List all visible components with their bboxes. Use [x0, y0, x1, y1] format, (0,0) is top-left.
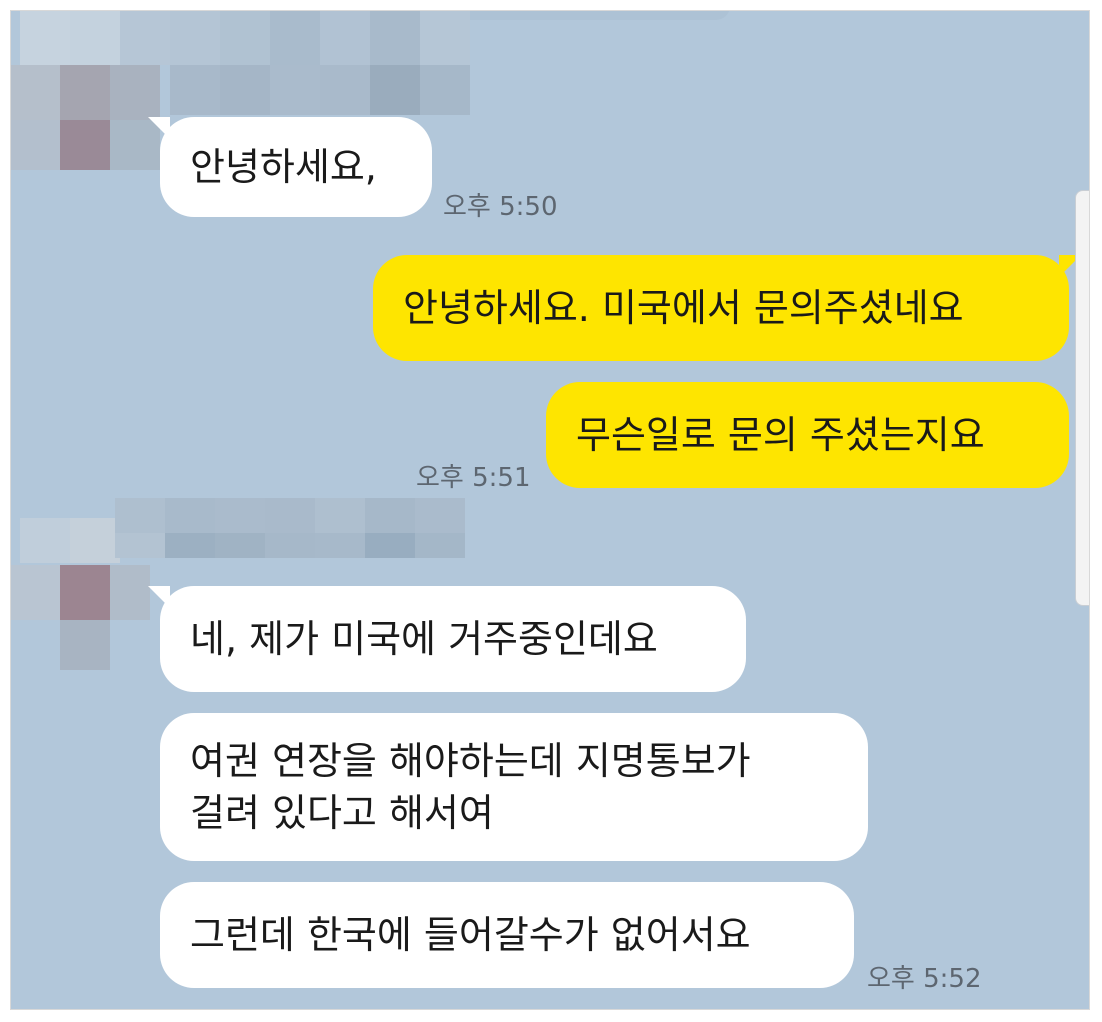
message-bubble-1[interactable]: 안녕하세요,	[148, 117, 432, 217]
timestamp-1: 오후 5:50	[443, 192, 558, 222]
timestamp-3: 오후 5:52	[867, 964, 982, 994]
message-text-1: 안녕하세요,	[190, 145, 377, 189]
message-bubble-4[interactable]: 네, 제가 미국에 거주중인데요	[148, 586, 746, 692]
message-text-5-line-1: 여권 연장을 해야하는데 지명통보가	[190, 739, 751, 783]
message-bubble-2[interactable]: 안녕하세요. 미국에서 문의주셨네요	[373, 255, 1081, 361]
scrollbar[interactable]	[1075, 190, 1090, 606]
chat-window: 안녕하세요, 오후 5:50 안녕하세요. 미국에서 문의주셨네요 무슨일로 문…	[10, 10, 1090, 1010]
bubble-tail	[148, 586, 170, 608]
message-text-3: 무슨일로 문의 주셨는지요	[576, 413, 985, 457]
message-text-4: 네, 제가 미국에 거주중인데요	[190, 617, 658, 661]
message-bubble-5[interactable]: 여권 연장을 해야하는데 지명통보가 걸려 있다고 해서여	[160, 713, 868, 861]
bubble-tail	[148, 117, 170, 139]
message-text-2: 안녕하세요. 미국에서 문의주셨네요	[403, 286, 964, 330]
message-text-5-line-2: 걸려 있다고 해서여	[190, 791, 494, 835]
message-bubble-3[interactable]: 무슨일로 문의 주셨는지요	[546, 382, 1069, 488]
pixelated-avatar-icon[interactable]	[10, 565, 160, 675]
pixelated-avatar-icon[interactable]	[10, 65, 160, 175]
timestamp-2: 오후 5:51	[416, 463, 531, 493]
message-bubble-6[interactable]: 그런데 한국에 들어갈수가 없어서요	[160, 882, 854, 988]
message-text-6: 그런데 한국에 들어갈수가 없어서요	[190, 913, 751, 957]
